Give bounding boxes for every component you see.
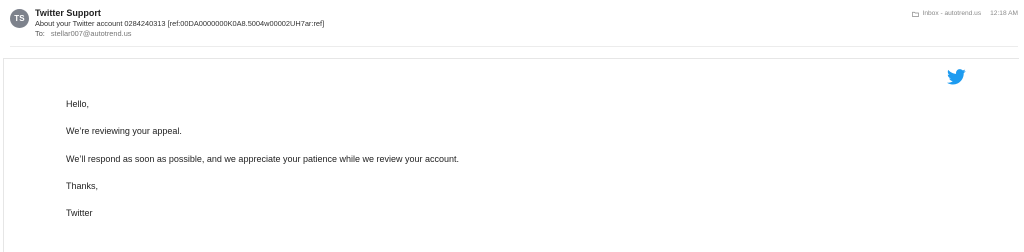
body-line-2: We’ll respond as soon as possible, and w…	[66, 154, 460, 164]
header-divider	[10, 46, 1018, 47]
greeting-text: Hello,	[66, 99, 90, 109]
avatar[interactable]: TS	[10, 9, 29, 28]
received-time: 12:18 AM	[990, 10, 1018, 17]
recipient-address[interactable]: stellar007@autotrend.us	[51, 29, 132, 38]
email-subject: About your Twitter account 0284240313 [r…	[35, 19, 325, 28]
to-label: To:	[35, 29, 45, 38]
folder-label[interactable]: Inbox - autotrend.us	[922, 10, 981, 17]
folder-icon	[912, 11, 920, 17]
message-body: Hello, We’re reviewing your appeal. We’l…	[3, 58, 1019, 252]
recipient-line: To: stellar007@autotrend.us	[35, 29, 132, 38]
body-line-1: We’re reviewing your appeal.	[66, 126, 182, 136]
twitter-bird-icon	[947, 69, 966, 85]
closing-text: Thanks,	[66, 181, 99, 191]
sender-name[interactable]: Twitter Support	[35, 8, 101, 18]
email-header: TS Twitter Support About your Twitter ac…	[0, 0, 1024, 58]
signature-text: Twitter	[66, 208, 93, 218]
email-meta: Inbox - autotrend.us 12:18 AM	[912, 10, 1018, 17]
